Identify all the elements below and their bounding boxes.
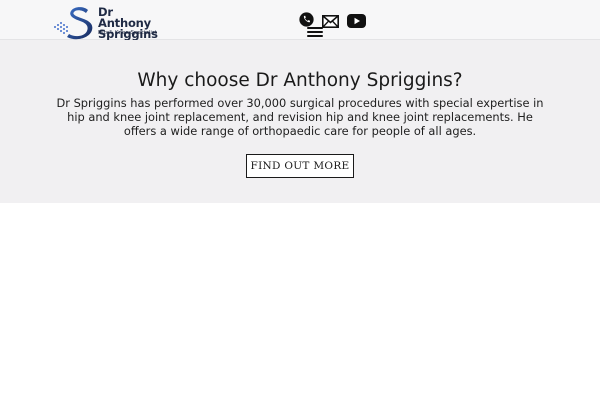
site-header: Dr Anthony Spriggins Hip & Knee Speciali… bbox=[0, 0, 600, 40]
logo-s-mark-icon bbox=[54, 7, 93, 40]
find-out-more-button[interactable]: FIND OUT MORE bbox=[246, 154, 354, 178]
youtube-icon[interactable] bbox=[347, 13, 366, 32]
section-description: Dr Spriggins has performed over 30,000 s… bbox=[56, 96, 544, 138]
logo-name-line1: Dr Anthony bbox=[98, 5, 151, 30]
logo-tagline: Hip & Knee Specialist bbox=[98, 30, 157, 36]
hamburger-bar bbox=[307, 27, 323, 29]
hamburger-bar bbox=[307, 31, 323, 33]
hamburger-bar bbox=[307, 35, 323, 37]
why-choose-section: Why choose Dr Anthony Spriggins? Dr Spri… bbox=[0, 40, 600, 203]
mail-icon[interactable] bbox=[322, 13, 339, 32]
hamburger-menu-icon[interactable] bbox=[307, 27, 323, 39]
section-title: Why choose Dr Anthony Spriggins? bbox=[137, 70, 463, 91]
site-logo[interactable]: Dr Anthony Spriggins Hip & Knee Speciali… bbox=[54, 4, 164, 40]
